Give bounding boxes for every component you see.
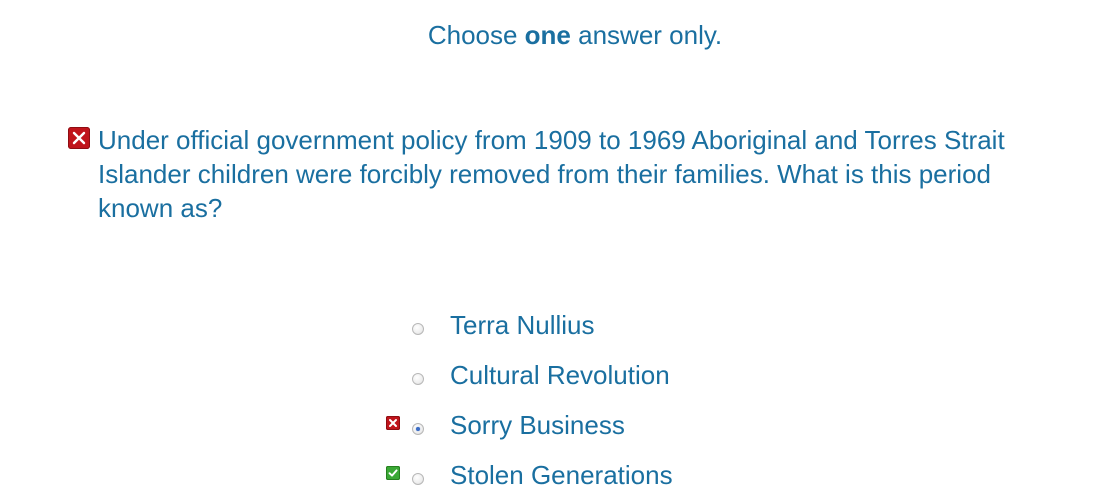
quiz-page: Choose one answer only. Under official g… [0,0,1098,503]
correct-check-icon [386,466,400,480]
option-label[interactable]: Sorry Business [450,408,625,442]
radio-button-selected[interactable] [412,423,424,435]
option-row-sorry-business[interactable]: Sorry Business [386,400,673,450]
option-feedback-slot [386,466,400,480]
option-label[interactable]: Cultural Revolution [450,358,670,392]
radio-button[interactable] [412,473,424,485]
instruction-prefix: Choose [427,20,525,50]
instruction-text: Choose one answer only. [0,18,1098,52]
option-feedback-slot [386,416,400,430]
incorrect-x-icon [68,127,90,149]
instruction-suffix: answer only. [570,20,723,50]
answer-options: Terra Nullius Cultural Revolution Sorry … [386,300,673,500]
question-text: Under official government policy from 19… [98,125,1005,223]
option-feedback-slot [386,366,400,380]
option-row-stolen-generations[interactable]: Stolen Generations [386,450,673,500]
option-row-terra-nullius[interactable]: Terra Nullius [386,300,673,350]
option-row-cultural-revolution[interactable]: Cultural Revolution [386,350,673,400]
option-feedback-slot [386,316,400,330]
question-block: Under official government policy from 19… [68,123,1028,225]
instruction-emphasis: one [524,20,571,50]
option-label[interactable]: Stolen Generations [450,458,673,492]
incorrect-x-icon [386,416,400,430]
option-label[interactable]: Terra Nullius [450,308,595,342]
radio-button[interactable] [412,323,424,335]
radio-button[interactable] [412,373,424,385]
